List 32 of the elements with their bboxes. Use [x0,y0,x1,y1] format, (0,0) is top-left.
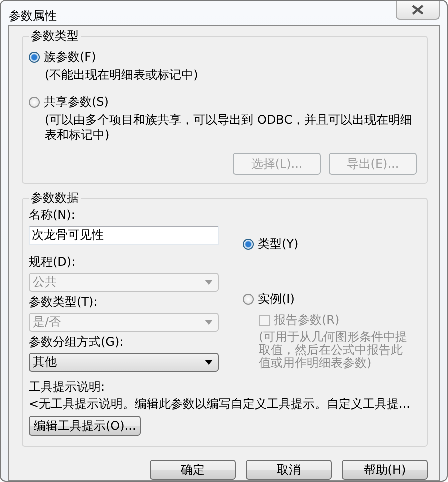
radio-button[interactable] [29,97,40,108]
field-label: 参数分组方式(G): [29,335,125,350]
tooltip-text: <无工具提示说明。编辑此参数以编写自定义工具提示。自定义工具提... [29,396,412,413]
edit-tooltip-button[interactable]: 编辑工具提示(O)... [29,416,142,436]
option-note: (不能出现在明细表或标记中) [45,68,200,83]
tooltip-label: 工具提示说明: [29,380,106,395]
close-icon [412,5,424,15]
dialog-button[interactable]: 帮助(H) [342,460,428,480]
caret-icon [205,320,213,325]
radio-label: 族参数(F) [44,49,96,66]
radio-label: 实例(I) [258,291,295,308]
group-title: 参数类型 [30,28,80,45]
radio-button[interactable] [243,239,254,250]
radio-button[interactable] [29,52,40,63]
reporting-note: (可用于从几何图形条件中提取值，然后在公式中报告此值或用作明细表参数) [259,331,409,370]
field-label: 参数类型(T): [29,295,99,310]
window-title: 参数属性 [9,8,57,25]
group-title: 参数数据 [30,190,80,207]
field-label: 名称(N): [29,208,76,223]
dropdown[interactable]: 其他 [29,353,219,372]
checkbox-label: 报告参数(R) [274,312,340,329]
radio-button[interactable] [243,294,254,305]
field-label: 规程(D): [29,255,77,270]
radio-label: 类型(Y) [258,236,299,253]
dialog-button[interactable]: 确定 [150,460,236,480]
close-button[interactable] [396,1,440,20]
caret-icon [205,360,213,365]
caret-icon [205,280,213,285]
name-field[interactable]: 次龙骨可见性 [29,226,219,245]
option-note: (可以由多个项目和族共享，可以导出到 ODBC，并且可以出现在明细表和标记中) [45,113,414,143]
dialog-button[interactable]: 取消 [246,460,332,480]
radio-label: 共享参数(S) [44,94,109,111]
